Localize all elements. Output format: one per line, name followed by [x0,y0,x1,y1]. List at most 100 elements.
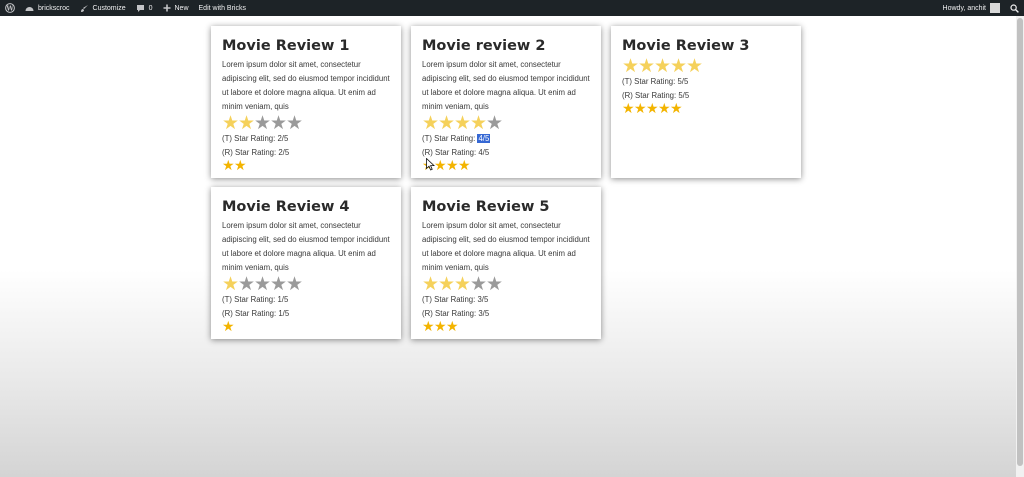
star-icon: ★ [646,101,659,117]
review-card: Movie Review 5 Lorem ipsum dolor sit amet… [411,187,601,339]
star-rating-small: ★★★★ [422,158,590,174]
new-label: New [174,4,189,12]
star-icon: ★ [270,273,288,295]
wordpress-logo-button[interactable]: W [0,0,20,16]
card-body: Lorem ipsum dolor sit amet, consectetur … [222,221,390,272]
new-content-link[interactable]: New [158,0,194,16]
plus-icon [163,4,170,12]
rendered-rating-label: (R) Star Rating: [622,91,679,100]
edit-with-bricks-label: Edit with Bricks [198,4,246,12]
card-body: Lorem ipsum dolor sit amet, consectetur … [222,60,390,111]
search-icon [1010,3,1019,13]
star-icon: ★ [222,319,235,335]
scrollbar-thumb[interactable] [1017,18,1023,466]
text-rating: (T) Star Rating: 3/5 [422,293,590,307]
star-icon: ★ [438,273,456,295]
rendered-rating-value: 2/5 [278,148,290,157]
star-rating-small: ★ ★ ★ ★ ★ [622,101,790,117]
star-icon: ★ [422,319,435,335]
rendered-rating-value: 5/5 [678,91,690,100]
text-rating-value: 4/5 [477,134,491,143]
star-icon: ★ [454,112,472,134]
star-icon: ★ [254,273,272,295]
text-rating-value: 3/5 [477,295,489,304]
comment-icon [136,4,144,12]
rendered-rating-label: (R) Star Rating: [422,148,479,157]
text-rating-label: (T) Star Rating: [222,134,278,143]
star-icon: ★ [622,101,635,117]
edit-with-bricks-link[interactable]: Edit with Bricks [194,0,251,16]
star-icon: ★ [422,273,440,295]
search-button[interactable] [1005,0,1024,16]
star-icon: ★ [622,55,640,77]
svg-text:W: W [5,5,14,13]
card-title: Movie Review 1 [222,38,350,54]
review-card: Movie Review 4 Lorem ipsum dolor sit amet… [211,187,401,339]
star-rating-large: ★ ★ ★ ★ ★ [422,112,590,134]
text-rating: (T) Star Rating: 5/5 [622,75,790,89]
star-icon: ★ [670,55,688,77]
text-rating-value: 5/5 [677,77,689,86]
text-rating-value: 2/5 [277,134,289,143]
star-rating-large: ★ ★ ★ ★ ★ [422,273,590,295]
star-icon: ★ [446,158,459,174]
review-card: Movie review 2 Lorem ipsum dolor sit amet… [411,26,601,178]
card-title: Movie Review 5 [422,199,550,215]
rendered-rating-label: (R) Star Rating: [222,148,279,157]
star-icon: ★ [238,112,256,134]
star-icon: ★ [486,112,504,134]
text-rating-label: (T) Star Rating: [622,77,678,86]
star-icon: ★ [434,319,447,335]
star-rating-small: ★ ★ ★ [422,319,590,335]
star-rating-small: ★ [222,319,390,335]
star-icon: ★ [254,112,272,134]
star-icon: ★ [446,319,459,335]
rendered-rating-value: 4/5 [478,148,490,157]
star-icon: ★ [470,273,488,295]
text-rating-label: (T) Star Rating: [222,295,278,304]
comments-count: 0 [148,4,153,12]
card-title: Movie Review 3 [622,38,750,54]
star-icon: ★ [638,55,656,77]
howdy-label: Howdy, anchit [942,4,986,12]
avatar [990,3,1000,13]
dashboard-icon [25,7,34,11]
site-name-label: brickscroc [38,4,70,12]
card-body: Lorem ipsum dolor sit amet, consectetur … [422,60,590,111]
card-title: Movie Review 4 [222,199,350,215]
card-title: Movie review 2 [422,38,546,54]
text-rating: (T) Star Rating: 4/5 [422,132,590,146]
account-menu[interactable]: Howdy, anchit [938,0,1005,16]
star-icon: ★ [470,112,488,134]
rendered-rating-value: 3/5 [478,309,490,318]
star-icon: ★ [454,273,472,295]
star-rating-large: ★ ★ ★ ★ ★ [222,112,390,134]
star-icon: ★ [654,55,672,77]
star-icon: ★ [634,101,647,117]
card-body: Lorem ipsum dolor sit amet, consectetur … [422,221,590,272]
text-rating-label: (T) Star Rating: [422,134,478,143]
star-icon: ★ [238,273,256,295]
site-name-link[interactable]: brickscroc [20,0,75,16]
text-rating: (T) Star Rating: 1/5 [222,293,390,307]
star-icon: ★ [670,101,683,117]
star-icon: ★ [438,112,456,134]
brush-icon [80,4,88,12]
customize-link[interactable]: Customize [75,0,131,16]
star-icon: ★ [458,158,471,174]
star-rating-large: ★ ★ ★ ★ ★ [222,273,390,295]
rendered-rating: (R) Star Rating: 1/5 [222,307,390,321]
star-icon: ★ [686,55,704,77]
star-icon: ★ [222,158,235,174]
text-rating-label: (T) Star Rating: [422,295,478,304]
comments-link[interactable]: 0 [131,0,158,16]
wordpress-icon: W [5,3,15,13]
text-rating-value: 1/5 [277,295,289,304]
customize-label: Customize [92,4,126,12]
star-icon: ★ [434,158,447,174]
star-icon: ★ [286,273,304,295]
star-icon: ★ [422,112,440,134]
rendered-rating-label: (R) Star Rating: [222,309,279,318]
rendered-rating-value: 1/5 [278,309,290,318]
star-icon: ★ [234,158,247,174]
